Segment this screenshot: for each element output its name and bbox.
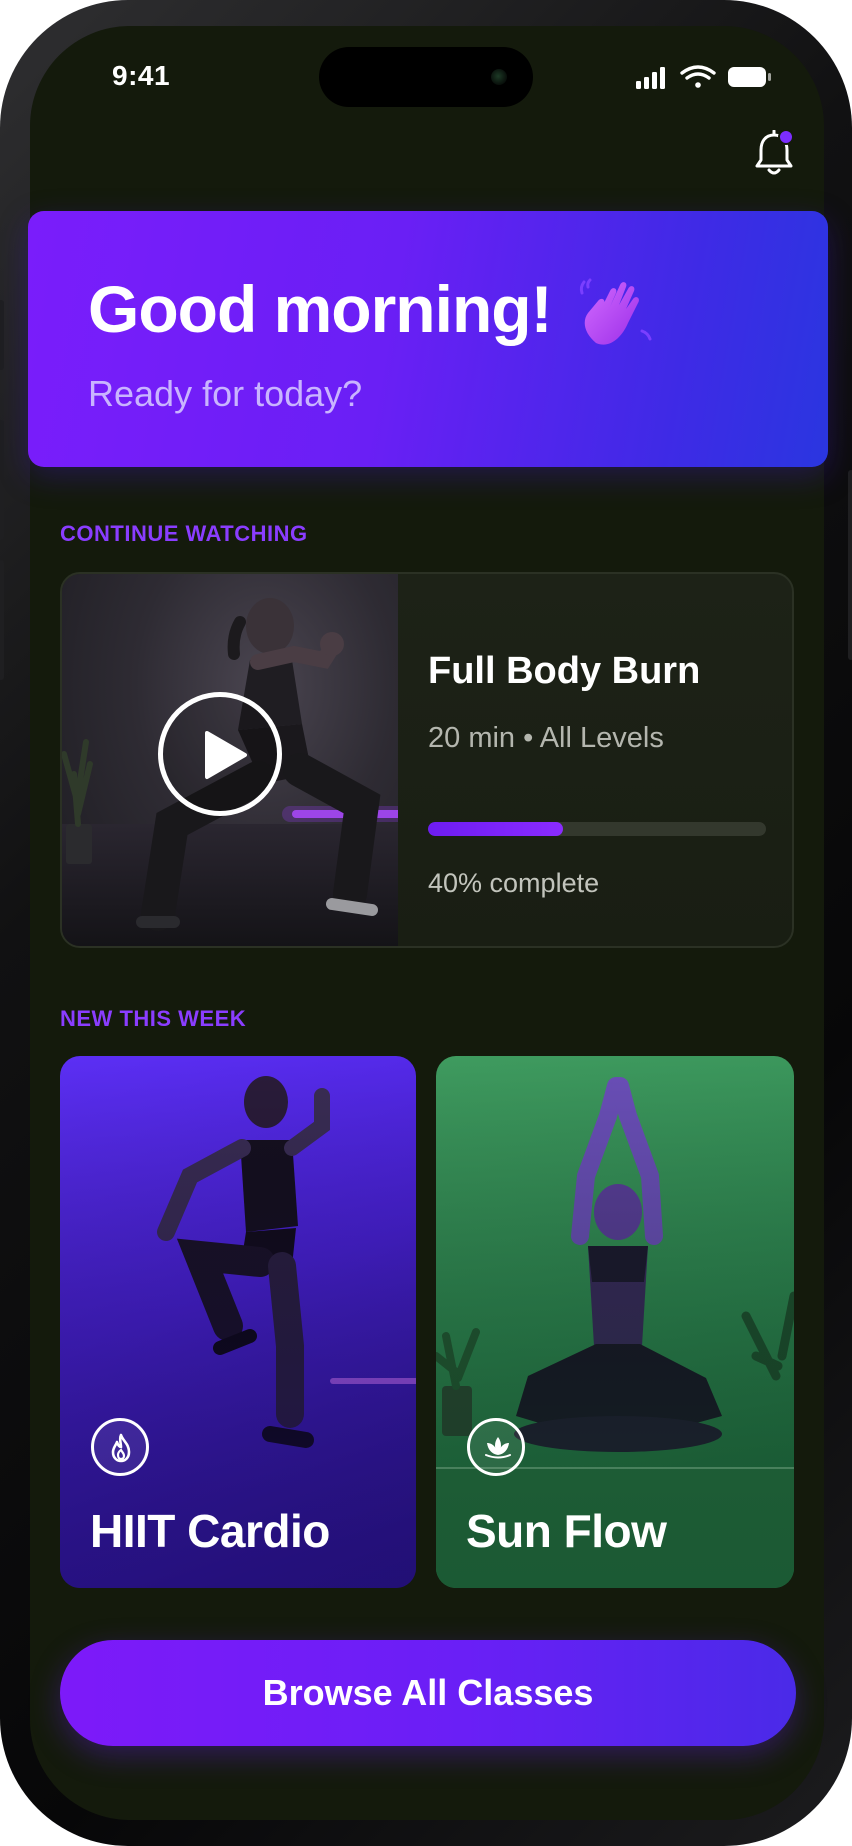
action-button <box>0 300 4 370</box>
dynamic-island <box>319 47 533 107</box>
workout-meta: 20 min • All Levels <box>428 722 664 754</box>
cellular-signal-icon <box>636 67 665 89</box>
play-button[interactable] <box>158 692 282 816</box>
class-name: HIIT Cardio <box>90 1505 330 1557</box>
workout-thumbnail[interactable] <box>62 574 398 946</box>
battery-icon <box>728 67 771 87</box>
progress-text: 40% complete <box>428 868 600 898</box>
volume-up-button <box>0 420 4 540</box>
greeting-subtitle: Ready for today? <box>88 373 363 414</box>
browse-all-classes-button[interactable]: Browse All Classes <box>60 1640 796 1746</box>
continue-watching-label: CONTINUE WATCHING <box>60 521 308 546</box>
new-this-week-label: NEW THIS WEEK <box>60 1006 247 1031</box>
progress-bar <box>428 822 766 836</box>
progress-bar-fill <box>428 822 564 836</box>
waving-hand-icon <box>579 278 652 345</box>
flame-icon <box>91 1418 149 1476</box>
power-button <box>848 470 852 660</box>
greeting-banner: Good morning! Ready for today? <box>28 211 828 467</box>
notification-badge <box>778 129 794 145</box>
play-icon <box>205 731 247 779</box>
status-icons <box>636 65 771 89</box>
status-time: 9:41 <box>112 60 171 91</box>
class-card-sun-flow[interactable]: Sun Flow <box>436 1056 794 1588</box>
continue-watching-card[interactable]: Full Body Burn 20 min • All Levels 40% c… <box>60 572 794 948</box>
class-card-hiit-cardio[interactable]: HIIT Cardio <box>60 1056 416 1588</box>
greeting-title: Good morning! <box>88 272 553 346</box>
volume-down-button <box>0 560 4 680</box>
lotus-icon <box>467 1418 525 1476</box>
class-name: Sun Flow <box>466 1505 667 1557</box>
front-camera <box>491 69 507 85</box>
workout-title: Full Body Burn <box>428 650 701 692</box>
wifi-icon <box>680 65 716 88</box>
